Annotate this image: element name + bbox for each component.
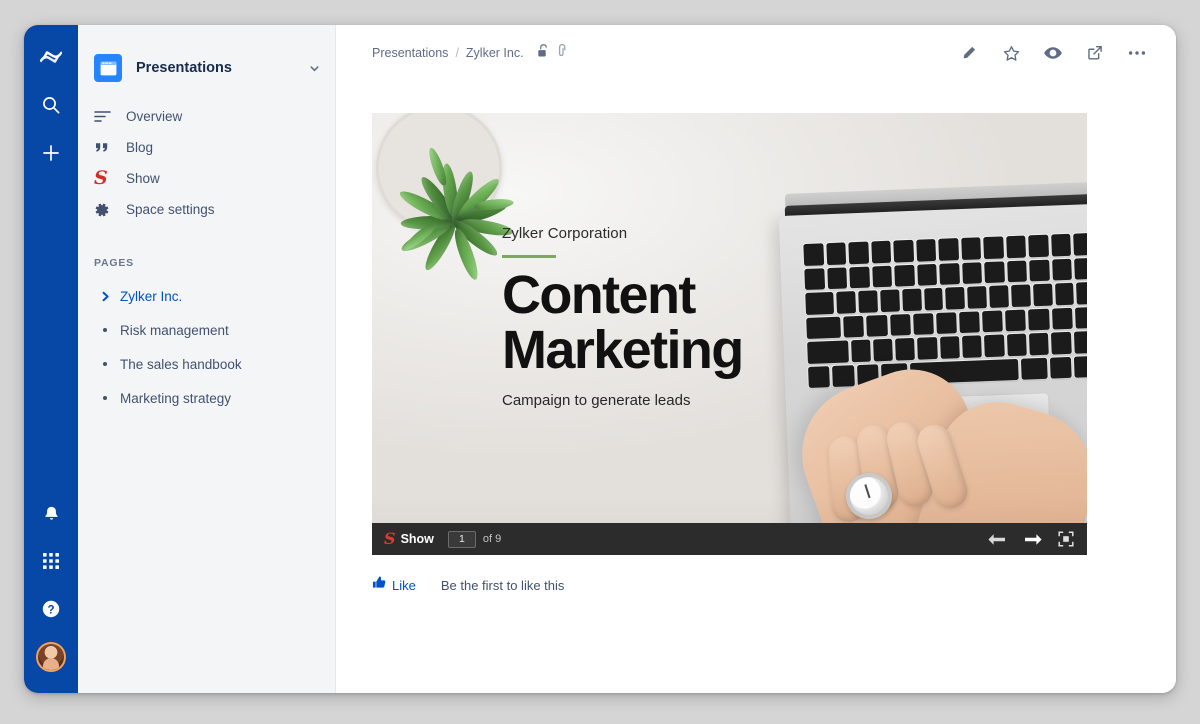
sidebar-item-blog[interactable]: Blog <box>78 132 335 163</box>
breadcrumb: Presentations / Zylker Inc. <box>372 43 568 63</box>
show-logo-icon: S <box>384 529 396 548</box>
space-nav-list: Overview Blog S Show Space settings <box>78 101 335 225</box>
slide-headline: Content Marketing <box>502 264 832 380</box>
notifications-bell-icon[interactable] <box>31 493 71 533</box>
overview-lines-icon <box>94 110 120 123</box>
bullet-icon <box>94 396 116 400</box>
star-icon[interactable] <box>998 40 1024 66</box>
slide-text-block: Zylker Corporation Content Marketing Cam… <box>502 225 832 409</box>
app-window: ? Presentations Overview Blog S Show Spa… <box>24 25 1176 693</box>
arrow-right-icon[interactable] <box>1024 533 1043 546</box>
pages-section-label: PAGES <box>94 257 134 269</box>
sidebar-item-space-settings[interactable]: Space settings <box>78 194 335 225</box>
help-icon[interactable]: ? <box>31 589 71 629</box>
page-tree-item-label: Risk management <box>120 322 229 338</box>
keyboard-decoration <box>800 229 1087 391</box>
fullscreen-icon[interactable] <box>1055 528 1077 550</box>
show-brand: S Show <box>384 531 434 547</box>
gear-icon <box>94 202 120 218</box>
user-avatar[interactable] <box>31 637 71 677</box>
edit-pencil-icon[interactable] <box>956 40 982 66</box>
page-tree-item-the-sales-handbook[interactable]: The sales handbook <box>78 347 335 381</box>
main-content: Presentations / Zylker Inc. Zylker Corpo… <box>336 25 1176 693</box>
page-tree-item-risk-management[interactable]: Risk management <box>78 313 335 347</box>
sidebar-item-label: Show <box>126 171 160 186</box>
share-icon[interactable] <box>1082 40 1108 66</box>
confluence-logo[interactable] <box>31 37 71 77</box>
app-switcher-grid-icon[interactable] <box>31 541 71 581</box>
slide-viewer-toolbar: S Show 1 of 9 <box>372 523 1087 555</box>
breadcrumb-icons <box>537 43 568 63</box>
slide-nav-controls <box>987 533 1055 546</box>
page-tree-item-zylker-inc[interactable]: Zylker Inc. <box>78 279 335 313</box>
sidebar-item-label: Overview <box>126 109 183 124</box>
space-header[interactable]: Presentations <box>78 43 335 87</box>
arrow-left-icon[interactable] <box>987 533 1006 546</box>
bullet-icon <box>94 362 116 366</box>
slide-headline-line2: Marketing <box>502 319 744 380</box>
app-rail: ? <box>24 25 78 693</box>
breadcrumb-root[interactable]: Presentations <box>372 46 448 60</box>
toolbar-actions <box>956 40 1150 66</box>
show-brand-label: Show <box>400 532 434 546</box>
breadcrumb-separator: / <box>455 46 459 60</box>
avatar <box>36 642 66 672</box>
sidebar-item-show[interactable]: S Show <box>78 163 335 194</box>
svg-text:?: ? <box>47 604 54 616</box>
page-tree-item-label: Marketing strategy <box>120 390 232 406</box>
slide-page-count-label: of 9 <box>482 533 502 545</box>
unlock-icon[interactable] <box>537 43 550 63</box>
space-title: Presentations <box>136 60 232 76</box>
bullet-icon <box>94 328 116 332</box>
page-toolbar: Presentations / Zylker Inc. <box>336 25 1176 81</box>
page-tree-item-marketing-strategy[interactable]: Marketing strategy <box>78 381 335 415</box>
page-body: Zylker Corporation Content Marketing Cam… <box>336 81 1176 693</box>
presentation-icon <box>94 54 122 82</box>
slide-subtitle: Campaign to generate leads <box>502 391 691 409</box>
sidebar-item-label: Space settings <box>126 202 215 217</box>
show-logo-glyph: S <box>94 167 108 189</box>
chevron-down-icon[interactable] <box>308 62 321 75</box>
slide-company-name: Zylker Corporation <box>502 225 628 242</box>
slide-accent-rule <box>502 255 556 258</box>
space-sidebar: Presentations Overview Blog S Show Space… <box>78 25 336 693</box>
like-button[interactable]: Like <box>372 575 416 595</box>
like-row: Like Be the first to like this <box>372 575 1140 595</box>
page-tree-item-label: Zylker Inc. <box>120 288 183 304</box>
thumbs-up-icon <box>372 575 387 595</box>
attachment-paperclip-icon[interactable] <box>556 43 568 63</box>
chevron-right-icon[interactable] <box>94 291 116 302</box>
like-status-text: Be the first to like this <box>440 577 565 593</box>
app-rail-bottom: ? <box>24 493 78 685</box>
eye-icon[interactable] <box>1040 40 1066 66</box>
quote-marks-icon <box>94 141 120 154</box>
sidebar-item-overview[interactable]: Overview <box>78 101 335 132</box>
like-label: Like <box>392 577 416 593</box>
sidebar-item-label: Blog <box>126 140 154 155</box>
show-logo-icon: S <box>94 169 120 188</box>
pages-tree: Zylker Inc. Risk management The sales ha… <box>78 279 335 415</box>
slide-embed[interactable]: Zylker Corporation Content Marketing Cam… <box>372 113 1087 555</box>
slide-headline-line1: Content <box>502 264 696 325</box>
page-tree-item-label: The sales handbook <box>120 356 242 372</box>
more-actions-icon[interactable] <box>1124 40 1150 66</box>
breadcrumb-current[interactable]: Zylker Inc. <box>466 46 524 60</box>
slide-page-input[interactable]: 1 <box>447 530 476 548</box>
search-icon[interactable] <box>31 85 71 125</box>
create-icon[interactable] <box>31 133 71 173</box>
